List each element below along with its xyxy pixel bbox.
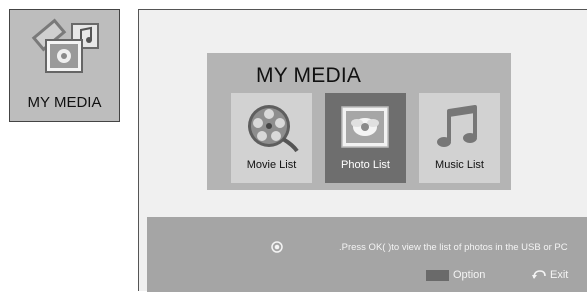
film-reel-icon [248,105,299,153]
music-list-button[interactable]: Music List [419,93,500,183]
return-arrow-icon[interactable] [531,268,547,280]
movie-list-button[interactable]: Movie List [231,93,312,183]
option-color-key[interactable] [426,270,449,281]
my-media-tile[interactable]: MY MEDIA [9,9,120,122]
photo-list-button[interactable]: Photo List [325,93,406,183]
photo-list-label: Photo List [341,159,390,171]
panel-title: MY MEDIA [256,64,362,87]
option-label: Option [453,269,486,281]
my-media-tile-label: MY MEDIA [27,94,102,111]
photo-icon [341,106,389,148]
music-note-icon [437,105,477,147]
exit-label: Exit [550,269,569,281]
help-bar: .Press OK( )to view the list of photos i… [147,217,587,292]
music-list-label: Music List [435,159,484,171]
ok-button-icon [271,241,283,253]
my-media-panel: MY MEDIA Movie List Photo List Music Lis… [207,53,511,190]
my-media-icon [31,18,99,73]
my-media-screen: MY MEDIA Movie List Photo List Music Lis… [138,9,587,292]
movie-list-label: Movie List [246,159,297,171]
help-hint-text: .Press OK( )to view the list of photos i… [339,242,568,253]
